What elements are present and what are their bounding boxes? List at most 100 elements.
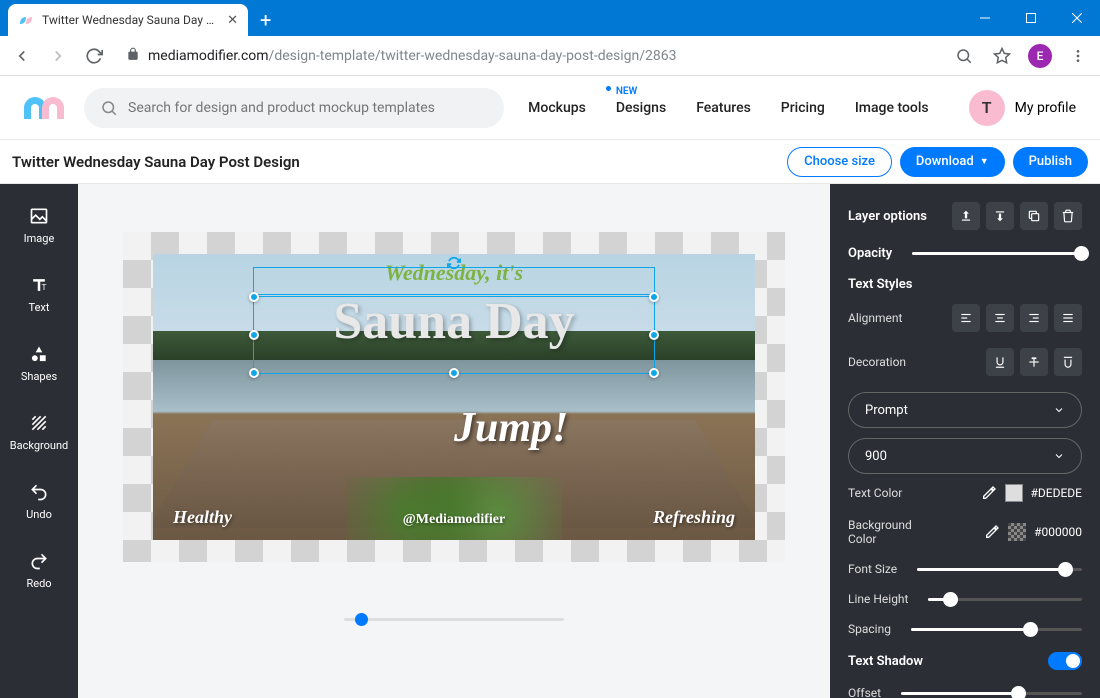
tab-favicon-icon [18,12,34,28]
duplicate-button[interactable] [1020,202,1048,230]
text-color-swatch[interactable] [1005,484,1023,502]
choose-size-button[interactable]: Choose size [787,147,892,177]
chevron-down-icon: ▼ [980,156,989,167]
spacing-label: Spacing [848,622,891,636]
minimize-button[interactable] [962,0,1008,36]
maximize-button[interactable] [1008,0,1054,36]
nav-designs[interactable]: NEW Designs [616,100,666,116]
strikethrough-button[interactable] [1020,348,1048,376]
url-path: /design-template/twitter-wednesday-sauna… [269,48,677,64]
font-family-select[interactable]: Prompt [848,392,1082,428]
tool-background[interactable]: Background [0,407,78,458]
chevron-down-icon [1053,404,1065,416]
url-host: mediamodifier.com [148,48,269,64]
back-button[interactable] [10,44,34,68]
browser-titlebar: Twitter Wednesday Sauna Day Po ✕ + [0,0,1100,36]
canvas-image[interactable]: Wednesday, it's Sauna Day Jump! Healthy … [153,254,755,540]
opacity-slider[interactable] [912,252,1082,255]
bg-color-label: Background Color [848,518,928,546]
background-icon [29,413,49,433]
nav-image-tools[interactable]: Image tools [855,100,929,116]
font-size-slider[interactable] [917,568,1082,571]
offset-slider[interactable] [901,692,1082,695]
canvas-text-title[interactable]: Sauna Day [153,292,755,351]
alignment-label: Alignment [848,311,902,325]
text-color-value: #DEDEDE [1031,486,1082,500]
canvas-text-refreshing[interactable]: Refreshing [653,507,735,528]
profile-avatar: T [969,90,1005,126]
overline-button[interactable] [1054,348,1082,376]
app-header: Mockups NEW Designs Features Pricing Ima… [0,76,1100,140]
profile-label: My profile [1015,100,1076,116]
font-weight-select[interactable]: 900 [848,438,1082,474]
text-shadow-label: Text Shadow [848,654,923,669]
forward-button[interactable] [46,44,70,68]
new-dot-icon [606,86,611,91]
app-logo[interactable] [24,97,64,119]
eyedropper-icon[interactable] [984,524,1000,540]
canvas-text-jump[interactable]: Jump! [454,404,568,452]
text-color-label: Text Color [848,486,902,500]
send-back-button[interactable] [986,202,1014,230]
offset-label: Offset [848,686,881,698]
tool-text[interactable]: T Text [0,269,78,320]
url-input[interactable]: mediamodifier.com/design-template/twitte… [118,47,940,65]
nav-pricing[interactable]: Pricing [781,100,825,116]
bookmark-icon[interactable] [990,44,1014,68]
download-button[interactable]: Download▼ [900,147,1005,177]
tool-redo[interactable]: Redo [0,545,78,596]
search-bar[interactable] [84,88,504,128]
underline-button[interactable] [986,348,1014,376]
reload-button[interactable] [82,44,106,68]
new-badge: NEW [616,86,638,97]
spacing-slider[interactable] [911,628,1082,631]
close-window-button[interactable] [1054,0,1100,36]
zoom-icon[interactable] [952,44,976,68]
browser-profile-avatar[interactable]: E [1028,44,1052,68]
browser-address-bar: mediamodifier.com/design-template/twitte… [0,36,1100,76]
line-height-slider[interactable] [928,598,1082,601]
text-styles-label: Text Styles [848,277,1082,292]
publish-button[interactable]: Publish [1013,147,1088,177]
new-tab-button[interactable]: + [248,8,283,36]
browser-menu-icon[interactable] [1066,44,1090,68]
line-height-label: Line Height [848,592,908,606]
delete-button[interactable] [1054,202,1082,230]
opacity-label: Opacity [848,246,892,261]
align-center-button[interactable] [986,304,1014,332]
zoom-slider[interactable] [344,618,564,621]
align-justify-button[interactable] [1054,304,1082,332]
align-left-button[interactable] [952,304,980,332]
page-title-bar: Twitter Wednesday Sauna Day Post Design … [0,140,1100,184]
tab-title: Twitter Wednesday Sauna Day Po [42,13,219,27]
redo-icon [29,551,49,571]
resize-handle-s[interactable] [449,368,459,378]
search-input[interactable] [128,100,488,116]
bg-color-swatch[interactable] [1008,523,1026,541]
align-right-button[interactable] [1020,304,1048,332]
layer-options-label: Layer options [848,209,927,224]
resize-handle-se[interactable] [649,368,659,378]
resize-handle-sw[interactable] [249,368,259,378]
page-title: Twitter Wednesday Sauna Day Post Design [12,153,300,171]
bg-color-value: #000000 [1034,525,1082,539]
browser-tab[interactable]: Twitter Wednesday Sauna Day Po ✕ [8,4,248,36]
decoration-label: Decoration [848,355,906,369]
lock-icon [126,47,140,65]
nav-features[interactable]: Features [696,100,751,116]
bring-front-button[interactable] [952,202,980,230]
canvas[interactable]: Wednesday, it's Sauna Day Jump! Healthy … [123,232,785,562]
tool-image[interactable]: Image [0,200,78,251]
undo-icon [29,482,49,502]
eyedropper-icon[interactable] [981,485,997,501]
close-tab-icon[interactable]: ✕ [227,13,238,28]
text-shadow-toggle[interactable] [1048,652,1082,670]
profile-menu[interactable]: T My profile [969,90,1076,126]
tool-undo[interactable]: Undo [0,476,78,527]
chevron-down-icon [1053,450,1065,462]
zoom-thumb[interactable] [355,613,368,626]
tool-shapes[interactable]: Shapes [0,338,78,389]
nav-mockups[interactable]: Mockups [528,100,586,116]
search-icon [100,99,118,117]
canvas-text-subtitle[interactable]: Wednesday, it's [153,260,755,286]
